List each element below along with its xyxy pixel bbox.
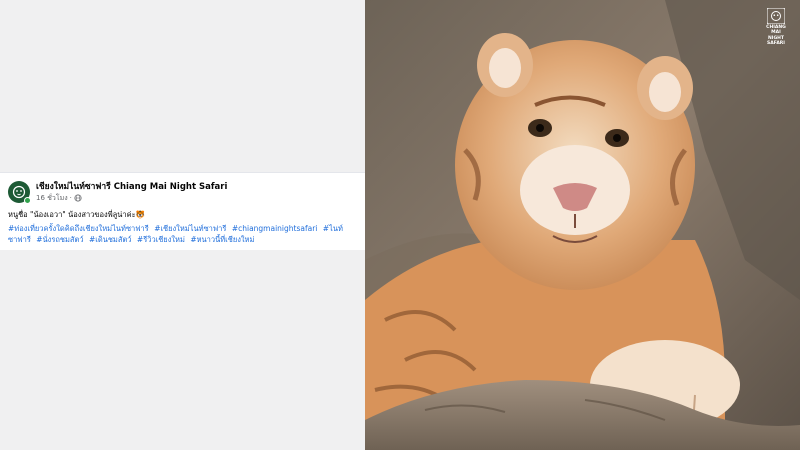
online-status-dot [24, 197, 31, 204]
page-name-link[interactable]: เชียงใหม่ไนท์ซาฟารี Chiang Mai Night Saf… [36, 182, 227, 193]
post-photo[interactable]: CHIANG MAI NIGHT SAFARI [365, 0, 800, 450]
logo-line-2: NIGHT SAFARI [767, 36, 785, 46]
page-avatar[interactable] [8, 181, 31, 204]
post-time[interactable]: 16 ชั่วโมง [36, 193, 68, 203]
hashtag-link[interactable]: #เดินชมสัตว์ [89, 235, 132, 244]
hashtag-link[interactable]: #เชียงใหม่ไนท์ซาฟารี [154, 224, 226, 233]
meta-separator: · [69, 193, 72, 202]
hashtag-link[interactable]: #chiangmainightsafari [232, 224, 318, 233]
post-text: หนูชื่อ "น้องเอวา" น้องสาวของพี่ลูน่าค่ะ… [8, 210, 145, 219]
left-pane: เชียงใหม่ไนท์ซาฟารี Chiang Mai Night Saf… [0, 0, 365, 450]
hashtag-link[interactable]: #รีวิวเชียงใหม่ [137, 235, 185, 244]
hashtag-link[interactable]: #หนาวนี้ที่เชียงใหม่ [190, 235, 254, 244]
facebook-post: เชียงใหม่ไนท์ซาฟารี Chiang Mai Night Saf… [0, 172, 365, 250]
globe-icon [74, 193, 82, 202]
post-meta: 16 ชั่วโมง · [36, 193, 227, 203]
tiger-photo [365, 0, 800, 450]
hashtag-list: #ท่องเที่ยวครั้งใดคิดถึงเชียงใหม่ไนท์ซาฟ… [8, 223, 357, 245]
logo-line-1: CHIANG MAI [766, 25, 786, 35]
hashtag-link[interactable]: #นั่งรถชมสัตว์ [36, 235, 83, 244]
chiang-mai-night-safari-logo: CHIANG MAI NIGHT SAFARI [762, 8, 790, 46]
page-info: เชียงใหม่ไนท์ซาฟารี Chiang Mai Night Saf… [36, 182, 227, 203]
post-header: เชียงใหม่ไนท์ซาฟารี Chiang Mai Night Saf… [8, 179, 357, 205]
hashtag-link[interactable]: #ท่องเที่ยวครั้งใดคิดถึงเชียงใหม่ไนท์ซาฟ… [8, 224, 149, 233]
tiger-logo-icon [767, 8, 785, 24]
